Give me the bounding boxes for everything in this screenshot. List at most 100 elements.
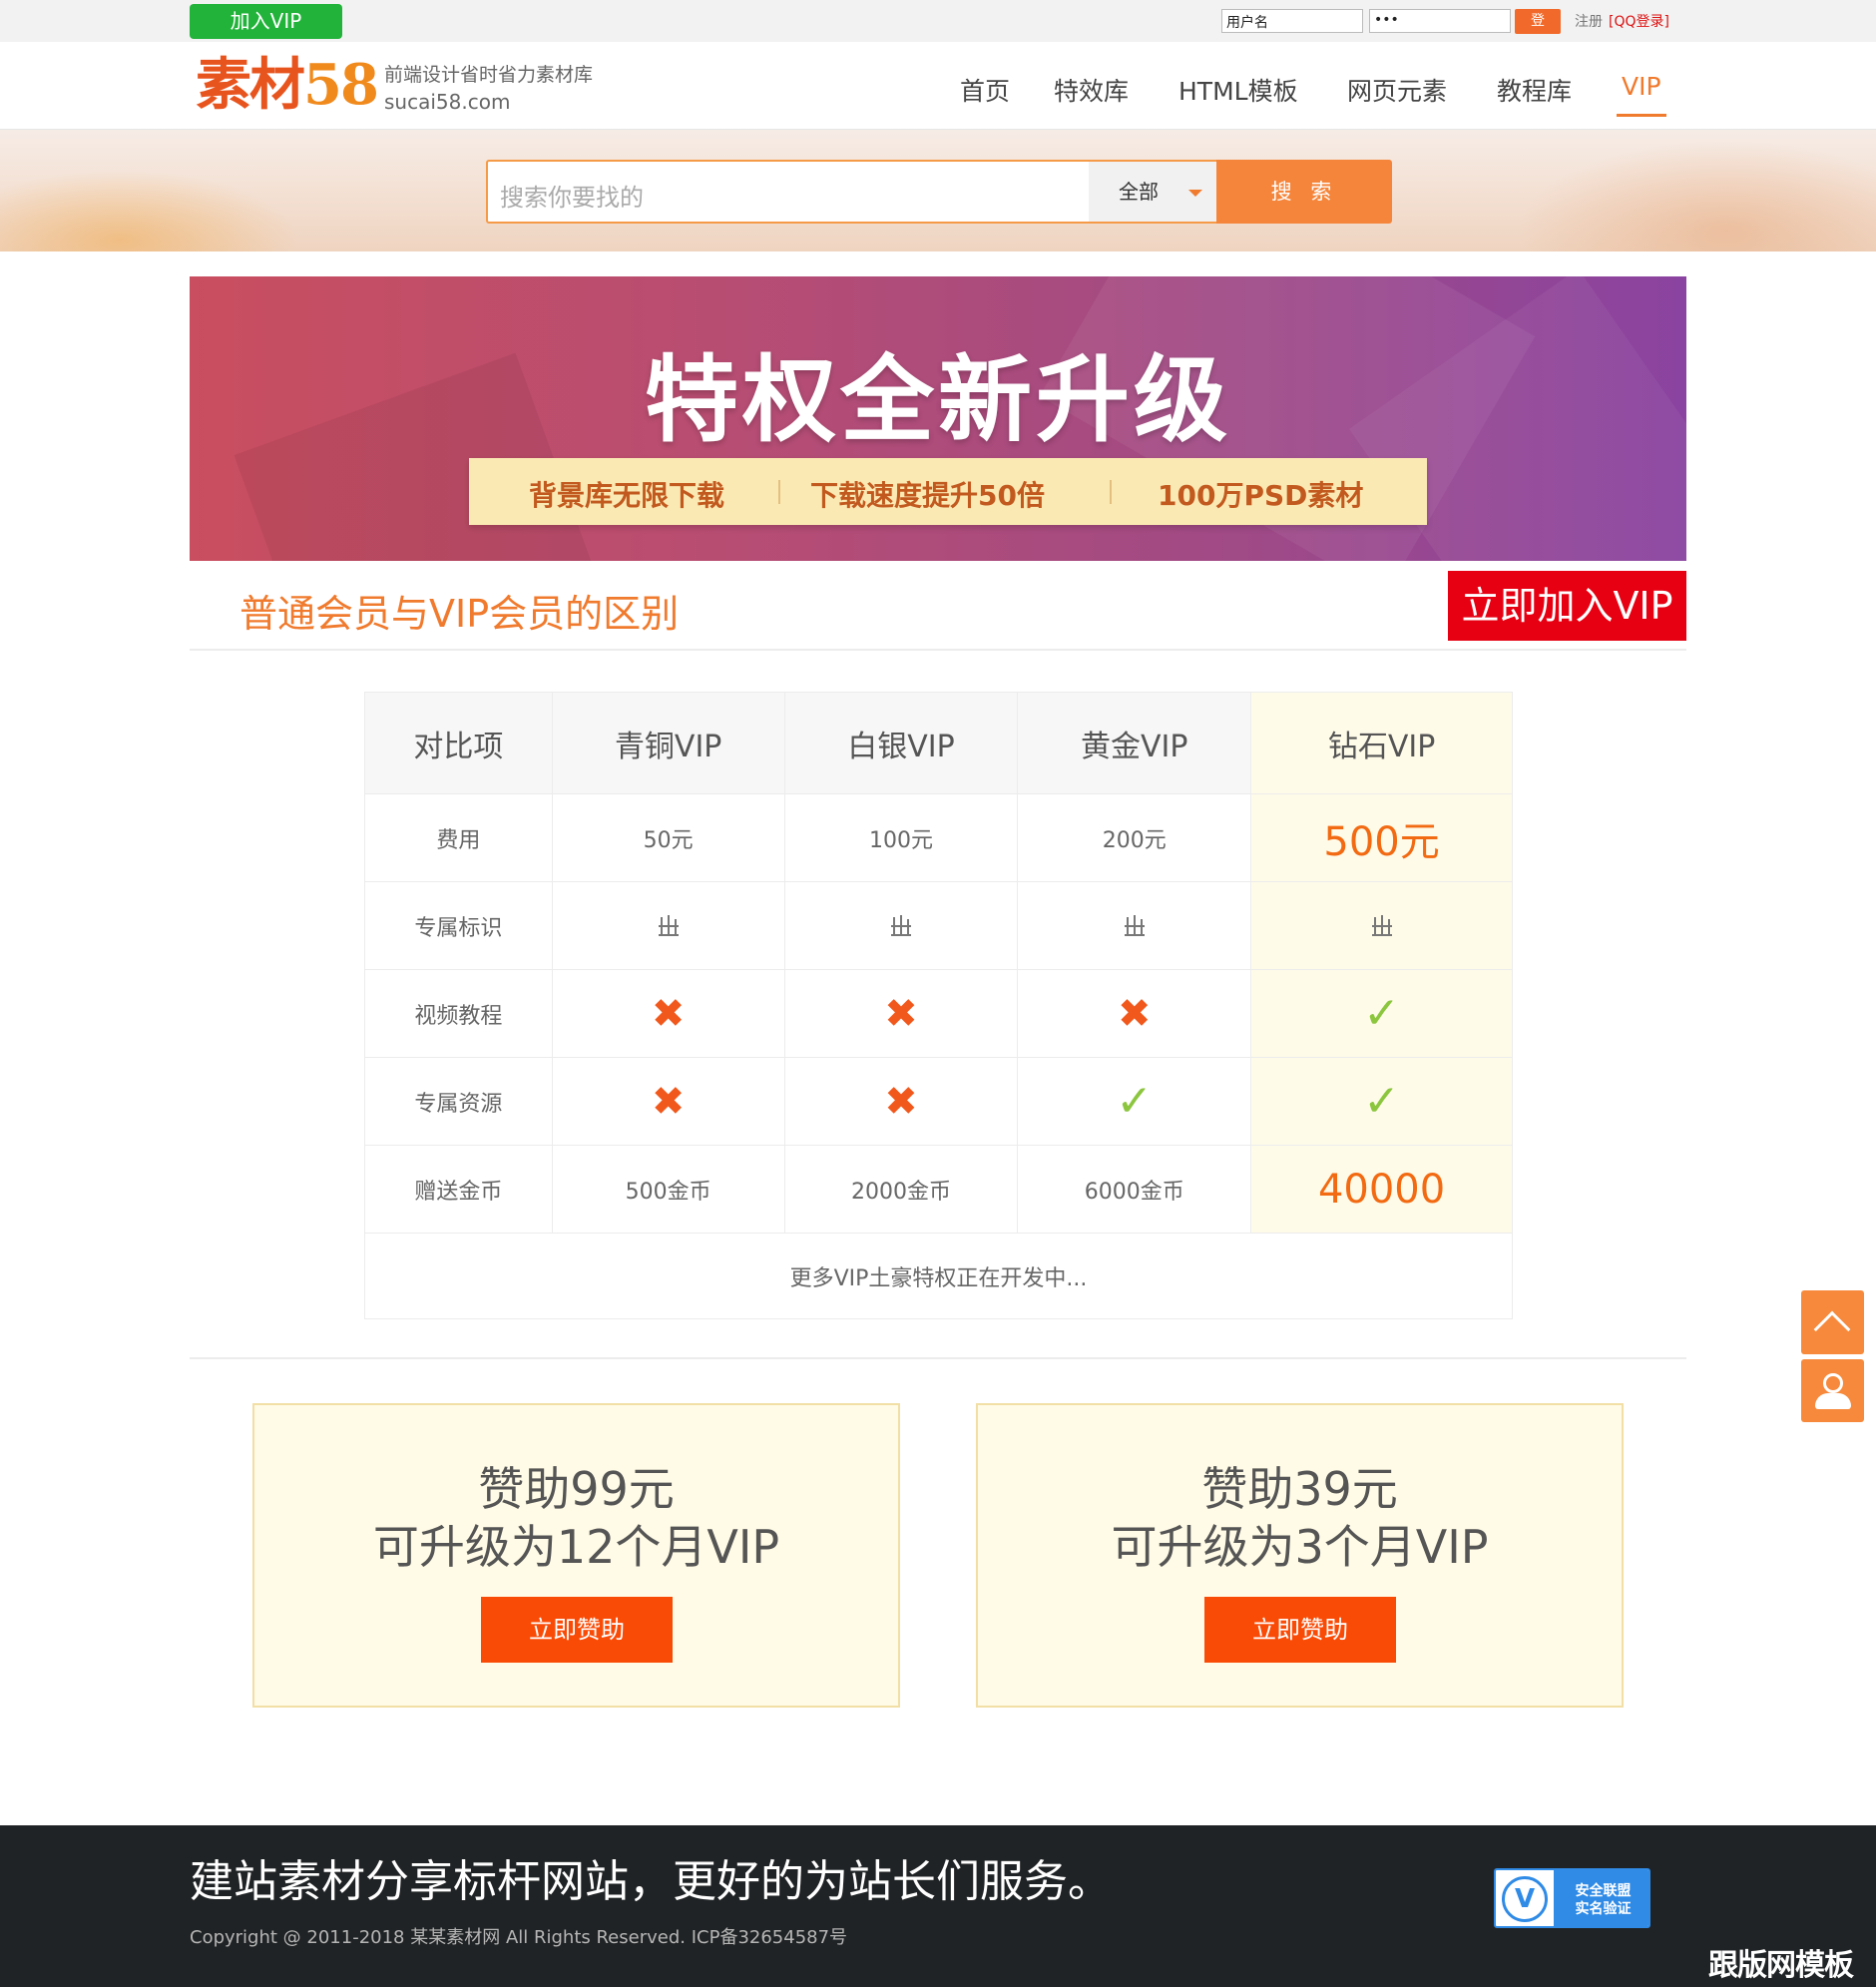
check-icon: ✓: [1363, 1075, 1400, 1127]
username-input[interactable]: 用户名: [1221, 9, 1363, 33]
nav-web-elements[interactable]: 网页元素: [1347, 72, 1447, 108]
banner-title: 特权全新升级: [644, 346, 1231, 455]
table-row: 费用 50元 100元 200元 500元: [364, 793, 1513, 882]
badge-icon: [657, 915, 681, 937]
table-cell: ✖: [1017, 969, 1252, 1058]
shield-icon: V: [1502, 1876, 1548, 1922]
logo-text: 素材: [196, 52, 305, 118]
table-row: 赠送金币 500金币 2000金币 6000金币 40000: [364, 1145, 1513, 1234]
section-divider: [190, 1357, 1686, 1359]
nav-active-indicator: [1617, 114, 1666, 117]
site-slogan: 前端设计省时省力素材库: [384, 64, 594, 86]
top-bar: 加入VIP 用户名 ••• 登 注册 [QQ登录]: [0, 0, 1876, 42]
copyright-text: Copyright @ 2011-2018 某某素材网 All Rights R…: [190, 1927, 848, 1948]
qq-login-link[interactable]: [QQ登录]: [1609, 11, 1669, 31]
table-cell: ✓: [1250, 969, 1513, 1058]
sponsor-price: 赞助39元: [1201, 1462, 1398, 1516]
column-header: 钻石VIP: [1250, 692, 1513, 794]
banner-feature-strip: 背景库无限下载 下载速度提升50倍 100万PSD素材: [469, 458, 1427, 525]
search-category-select[interactable]: 全部: [1089, 162, 1216, 222]
nav-effects[interactable]: 特效库: [1054, 72, 1129, 108]
sponsor-button[interactable]: 立即赞助: [1204, 1597, 1396, 1663]
nav-html-templates[interactable]: HTML模板: [1178, 72, 1298, 108]
band-glow-right: [1517, 140, 1876, 251]
customer-service-button[interactable]: [1801, 1359, 1864, 1422]
sponsor-button[interactable]: 立即赞助: [481, 1597, 673, 1663]
sponsor-box-99: 赞助99元 可升级为12个月VIP 立即赞助: [252, 1403, 900, 1708]
table-cell: 500元: [1250, 793, 1513, 882]
table-header-row: 对比项 青铜VIP 白银VIP 黄金VIP 钻石VIP: [364, 692, 1513, 794]
sponsor-box-39: 赞助39元 可升级为3个月VIP 立即赞助: [976, 1403, 1624, 1708]
cross-icon: ✖: [651, 990, 686, 1037]
cross-icon: ✖: [884, 990, 918, 1037]
banner-feature: 下载速度提升50倍: [810, 479, 1045, 512]
table-cell: [783, 881, 1019, 970]
table-cell: 500金币: [551, 1145, 785, 1234]
password-input[interactable]: •••: [1369, 9, 1511, 33]
cross-icon: ✖: [1117, 990, 1152, 1037]
site-footer: 建站素材分享标杆网站，更好的为站长们服务。 Copyright @ 2011-2…: [0, 1825, 1876, 1987]
chevron-up-icon: [1813, 1310, 1851, 1348]
nav-home[interactable]: 首页: [960, 72, 1010, 108]
badge-icon: [889, 915, 913, 937]
join-now-button[interactable]: 立即加入VIP: [1448, 571, 1686, 641]
table-cell: 200元: [1017, 793, 1252, 882]
search-input[interactable]: 搜索你要找的: [500, 178, 644, 213]
column-header: 青铜VIP: [551, 692, 785, 794]
table-row: 视频教程 ✖ ✖ ✖ ✓: [364, 969, 1513, 1058]
check-icon: ✓: [1116, 1075, 1154, 1127]
table-cell: ✖: [783, 969, 1019, 1058]
row-label: 专属标识: [364, 881, 553, 970]
footer-slogan: 建站素材分享标杆网站，更好的为站长们服务。: [190, 1856, 1112, 1907]
vip-comparison-table: 对比项 青铜VIP 白银VIP 黄金VIP 钻石VIP 费用 50元 100元 …: [364, 692, 1513, 1319]
banner-feature: 背景库无限下载: [529, 479, 725, 512]
table-row: 专属资源 ✖ ✖ ✓ ✓: [364, 1057, 1513, 1146]
table-cell: 50元: [551, 793, 785, 882]
badge-icon: [1370, 915, 1394, 937]
table-cell: ✖: [783, 1057, 1019, 1146]
table-cell: ✓: [1017, 1057, 1252, 1146]
column-header: 对比项: [364, 692, 553, 794]
comparison-section-header: 普通会员与VIP会员的区别 立即加入VIP: [190, 561, 1686, 651]
login-button[interactable]: 登: [1515, 9, 1561, 34]
table-cell: ✖: [551, 969, 785, 1058]
security-verification-badge[interactable]: V 安全联盟 实名验证: [1494, 1868, 1650, 1928]
row-label: 专属资源: [364, 1057, 553, 1146]
badge-icon: [1123, 915, 1147, 937]
site-header: 素材58 前端设计省时省力素材库 sucai58.com 首页 特效库 HTML…: [0, 42, 1876, 130]
table-footer-row: 更多VIP土豪特权正在开发中...: [364, 1233, 1513, 1319]
column-header: 白银VIP: [783, 692, 1019, 794]
site-logo[interactable]: 素材58: [196, 52, 379, 118]
row-label: 视频教程: [364, 969, 553, 1058]
row-label: 费用: [364, 793, 553, 882]
nav-vip[interactable]: VIP: [1622, 72, 1661, 101]
strip-divider: [1110, 480, 1112, 504]
badge-line: 安全联盟: [1575, 1883, 1632, 1899]
sponsor-benefit: 可升级为3个月VIP: [1111, 1520, 1489, 1574]
caret-down-icon: [1188, 190, 1202, 197]
logo-number: 58: [303, 52, 379, 118]
watermark: 跟版网模板: [1708, 1948, 1854, 1983]
more-privileges-note: 更多VIP土豪特权正在开发中...: [364, 1233, 1513, 1319]
vip-banner: 特权全新升级 背景库无限下载 下载速度提升50倍 100万PSD素材: [190, 276, 1686, 561]
band-glow-left: [0, 170, 299, 251]
join-vip-button[interactable]: 加入VIP: [190, 4, 342, 39]
register-link[interactable]: 注册: [1575, 11, 1603, 31]
back-to-top-button[interactable]: [1801, 1290, 1864, 1354]
site-domain: sucai58.com: [384, 90, 511, 114]
strip-divider: [778, 480, 780, 504]
search-box: 搜索你要找的 全部 搜 索: [486, 160, 1392, 224]
table-cell: [1017, 881, 1252, 970]
table-cell: ✓: [1250, 1057, 1513, 1146]
column-header: 黄金VIP: [1017, 692, 1252, 794]
nav-tutorials[interactable]: 教程库: [1497, 72, 1572, 108]
badge-text: 安全联盟 实名验证: [1554, 1870, 1648, 1926]
sponsor-benefit: 可升级为12个月VIP: [372, 1520, 780, 1574]
table-cell: 100元: [783, 793, 1019, 882]
row-label: 赠送金币: [364, 1145, 553, 1234]
table-cell: ✖: [551, 1057, 785, 1146]
search-button[interactable]: 搜 索: [1216, 160, 1392, 224]
cross-icon: ✖: [651, 1078, 686, 1125]
table-cell: 2000金币: [783, 1145, 1019, 1234]
table-row: 专属标识: [364, 881, 1513, 970]
